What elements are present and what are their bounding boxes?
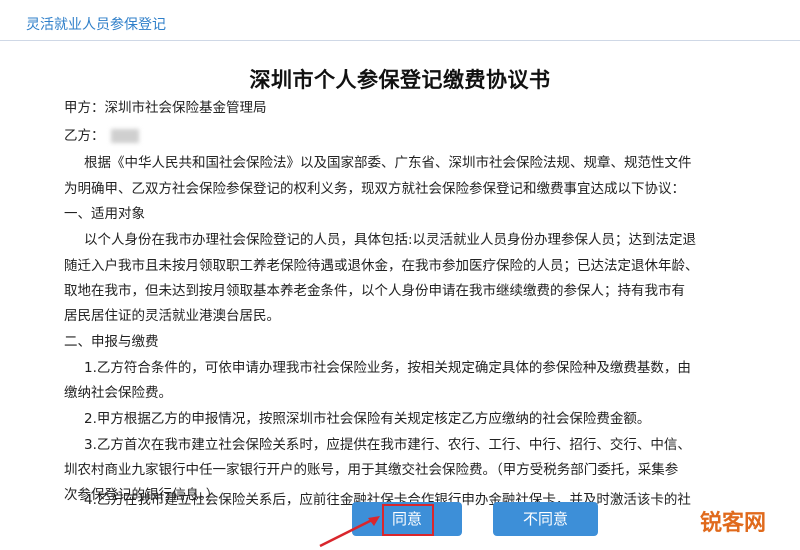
watermark-logo: 锐客网 xyxy=(700,511,767,536)
document-title: 深圳市个人参保登记缴费协议书 xyxy=(249,68,551,92)
doc-line: 根据《中华人民共和国社会保险法》以及国家部委、广东省、深圳市社会保险法规、规章、… xyxy=(84,155,692,171)
party-b-label: 乙方： xyxy=(64,128,105,144)
doc-line: 居民居住证的灵活就业港澳台居民。 xyxy=(64,308,280,324)
doc-line: 为明确甲、乙双方社会保险参保登记的权利义务，现双方就社会保险参保登记和缴费事宜达… xyxy=(64,181,685,197)
doc-line: 二、申报与缴费 xyxy=(64,334,159,350)
doc-line: 以个人身份在我市办理社会保险登记的人员，具体包括:以灵活就业人员身份办理参保人员… xyxy=(84,232,697,248)
party-b: 乙方： xyxy=(64,124,139,144)
doc-line: 取地在我市，但未达到按月领取基本养老金条件，以个人身份申请在我市继续缴费的参保人… xyxy=(64,283,685,299)
app-title: 灵活就业人员参保登记 xyxy=(26,17,166,33)
disagree-button[interactable]: 不同意 xyxy=(493,502,598,536)
doc-line: 随迁入户我市且未按月领取职工养老保险待遇或退休金，在我市参加医疗保险的人员；已达… xyxy=(64,258,699,274)
doc-line: 缴纳社会保险费。 xyxy=(64,385,172,401)
arrow-icon xyxy=(319,516,380,548)
doc-line: 一、适用对象 xyxy=(64,206,145,222)
doc-line: 圳农村商业九家银行中任一家银行开户的账号，用于其缴交社会保险费。（甲方受税务部门… xyxy=(64,462,679,478)
redacted-name xyxy=(110,129,139,143)
header-bar: 灵活就业人员参保登记 xyxy=(0,0,800,41)
party-a: 甲方：深圳市社会保险基金管理局 xyxy=(64,100,267,116)
doc-line: 2.甲方根据乙方的申报情况，按照深圳市社会保险有关规定核定乙方应缴纳的社会保险费… xyxy=(84,411,651,427)
doc-line: 3.乙方首次在我市建立社会保险关系时，应提供在我市建行、农行、工行、中行、招行、… xyxy=(84,437,691,453)
doc-line: 1.乙方符合条件的，可依申请办理我市社会保险业务，按相关规定确定具体的参保险种及… xyxy=(84,360,691,376)
highlight-box xyxy=(382,504,434,536)
